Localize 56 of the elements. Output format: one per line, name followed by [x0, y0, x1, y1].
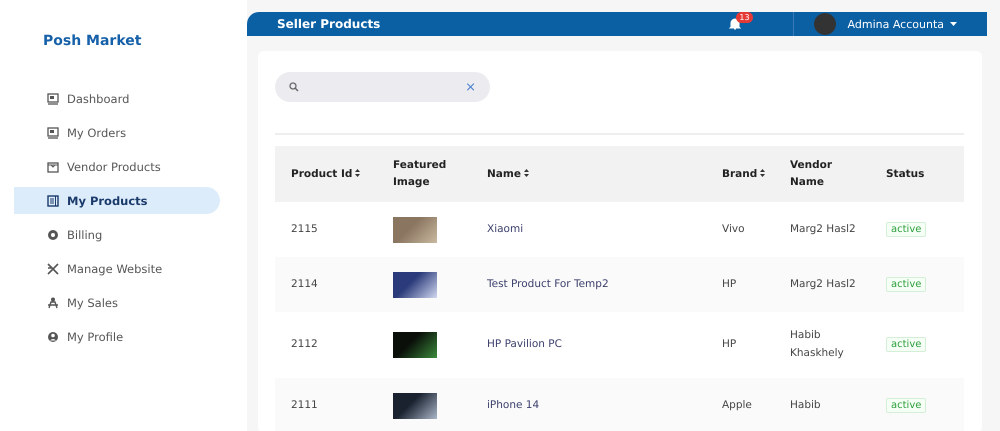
product-photo [393, 272, 437, 298]
sidebar-item[interactable]: Billing [0, 221, 102, 248]
vendor-name: Habib Khaskhely [790, 329, 844, 359]
product-photo [393, 332, 437, 358]
vendor-name: Habib [790, 398, 821, 411]
status-badge: active [886, 222, 926, 237]
sidebar-item[interactable]: My Orders [0, 119, 126, 146]
column-header[interactable]: Product Id [275, 146, 377, 202]
brand-name: HP [722, 338, 736, 350]
monitor-icon [47, 92, 59, 104]
coin-icon [47, 228, 59, 240]
product-name[interactable]: Test Product For Temp2 [487, 278, 609, 290]
page-title: Seller Products [277, 17, 382, 31]
sidebar-item[interactable]: Vendor Products [0, 153, 161, 180]
tools-icon [47, 262, 59, 274]
column-header: Featured Image [377, 146, 471, 202]
brand-name: Apple [722, 398, 752, 411]
product-photo [393, 392, 437, 418]
sort-icon [524, 168, 529, 177]
avatar [814, 13, 836, 35]
list-icon [47, 194, 59, 206]
column-header[interactable]: Name [471, 146, 706, 202]
product-id: 2114 [291, 278, 318, 290]
vendor-name: Marg2 Hasl2 [790, 278, 856, 290]
notification-badge: 13 [736, 12, 753, 22]
product-id: 2112 [291, 338, 318, 350]
brand-name: Vivo [722, 222, 745, 235]
column-header: Status [870, 146, 964, 202]
sidebar-item[interactable]: My Profile [0, 323, 124, 350]
user-menu[interactable]: Admina Accounta [848, 18, 957, 30]
brand-name: HP [722, 278, 736, 290]
brand-name: Posh Market [43, 33, 142, 49]
status-badge: active [886, 398, 926, 413]
sidebar-item[interactable]: Dashboard [0, 85, 130, 112]
box-icon [47, 160, 59, 172]
product-id: 2111 [291, 398, 318, 411]
product-id: 2115 [291, 222, 318, 235]
user-circle-icon [47, 330, 59, 342]
sort-icon [760, 168, 766, 177]
sidebar-item[interactable]: My Products [14, 187, 220, 214]
sidebar-item[interactable]: Manage Website [0, 255, 162, 282]
product-photo [393, 216, 437, 242]
status-badge: active [886, 276, 926, 292]
status-badge: active [886, 337, 926, 352]
sort-icon [355, 168, 360, 177]
product-name[interactable]: iPhone 14 [487, 398, 540, 411]
column-header: Vendor Name [774, 146, 870, 202]
product-name[interactable]: Xiaomi [487, 222, 524, 235]
column-header[interactable]: Brand [706, 146, 774, 202]
monitor-icon [47, 126, 59, 138]
sidebar-item[interactable]: My Sales [0, 289, 118, 316]
person-icon [47, 296, 59, 308]
search-icon [289, 82, 299, 92]
caret-icon [950, 22, 957, 26]
product-name[interactable]: HP Pavilion PC [487, 338, 562, 350]
vendor-name: Marg2 Hasl2 [790, 222, 856, 235]
